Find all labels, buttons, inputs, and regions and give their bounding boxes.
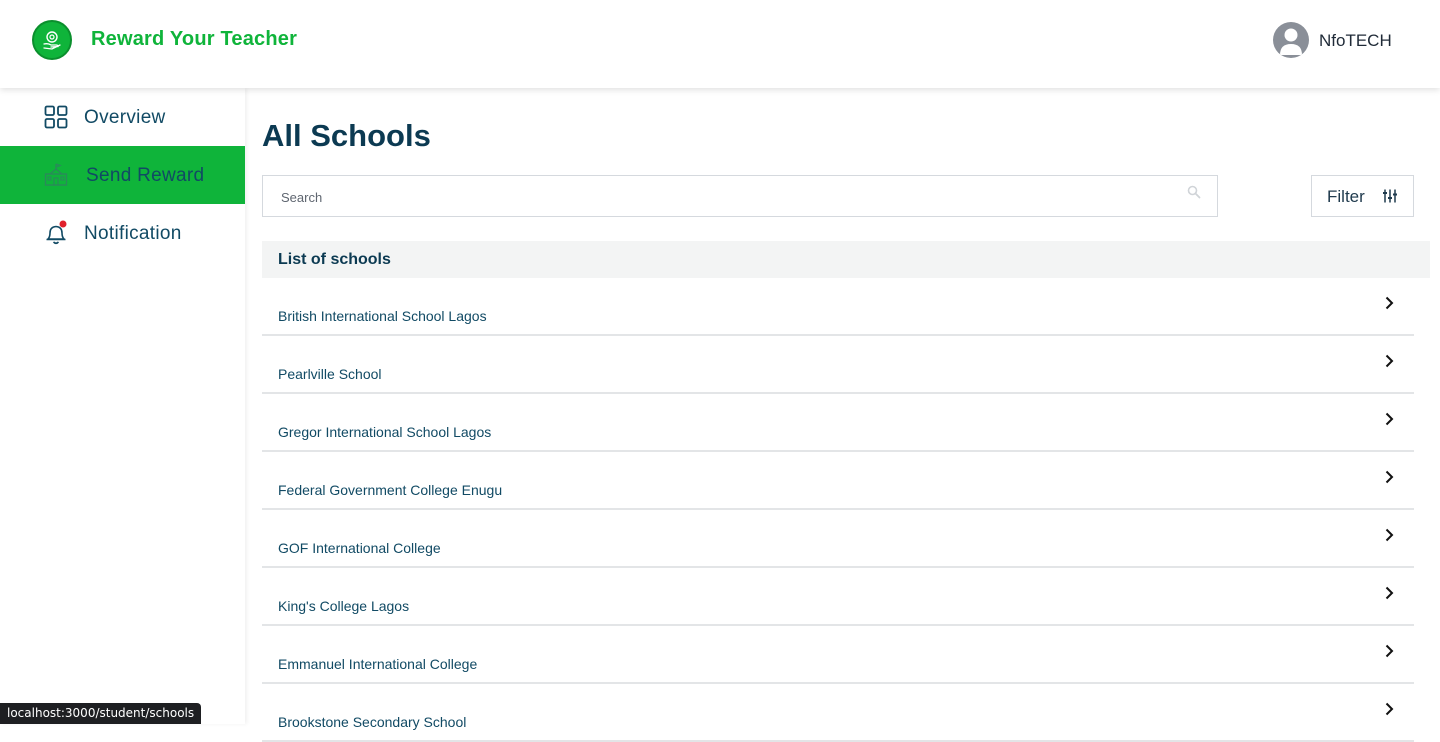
- filter-label: Filter: [1327, 187, 1365, 206]
- chevron-right-icon[interactable]: [1382, 586, 1396, 600]
- school-row[interactable]: King's College Lagos: [262, 568, 1414, 626]
- school-name: Gregor International School Lagos: [278, 424, 492, 440]
- logo-icon[interactable]: [32, 20, 72, 60]
- sidebar-item-send-reward[interactable]: Send Reward: [0, 146, 245, 204]
- sliders-icon: [1382, 188, 1398, 204]
- list-header-label: List of schools: [278, 251, 391, 268]
- school-row[interactable]: Federal Government College Enugu: [262, 452, 1414, 510]
- school-row[interactable]: Pearlville School: [262, 336, 1414, 394]
- brand-name[interactable]: Reward Your Teacher: [91, 28, 297, 51]
- chevron-right-icon[interactable]: [1382, 296, 1396, 310]
- search-input[interactable]: [281, 187, 1161, 207]
- school-name: Pearlville School: [278, 366, 382, 382]
- chevron-right-icon[interactable]: [1382, 644, 1396, 658]
- chevron-right-icon[interactable]: [1382, 470, 1396, 484]
- school-name: Emmanuel International College: [278, 656, 478, 672]
- status-bar-url: localhost:3000/student/schools: [0, 703, 202, 724]
- page-title: All Schools: [262, 118, 431, 153]
- top-header: Reward Your Teacher NfoTECH: [0, 0, 1440, 88]
- avatar[interactable]: [1273, 22, 1309, 58]
- school-row[interactable]: Brookstone Secondary School: [262, 684, 1414, 742]
- search-box[interactable]: [262, 175, 1218, 217]
- username[interactable]: NfoTECH: [1319, 31, 1392, 51]
- school-row[interactable]: Emmanuel International College: [262, 626, 1414, 684]
- school-name: Brookstone Secondary School: [278, 714, 467, 730]
- sidebar-item-notification[interactable]: Notification: [0, 204, 245, 262]
- school-name: Federal Government College Enugu: [278, 482, 503, 498]
- chevron-right-icon[interactable]: [1382, 528, 1396, 542]
- chevron-right-icon[interactable]: [1382, 354, 1396, 368]
- grid-icon: [43, 104, 69, 130]
- main-content: All Schools Filter List of schools Briti…: [245, 88, 1440, 742]
- list-header: List of schools: [262, 241, 1430, 278]
- school-row[interactable]: GOF International College: [262, 510, 1414, 568]
- school-icon: [43, 162, 69, 188]
- sidebar-item-label: Send Reward: [86, 165, 205, 186]
- sidebar-item-label: Notification: [84, 223, 182, 244]
- filter-button[interactable]: Filter: [1311, 175, 1414, 217]
- school-name: British International School Lagos: [278, 308, 487, 324]
- school-row[interactable]: British International School Lagos: [262, 278, 1414, 336]
- school-name: GOF International College: [278, 540, 441, 556]
- chevron-right-icon[interactable]: [1382, 702, 1396, 716]
- sidebar-item-overview[interactable]: Overview: [0, 88, 245, 146]
- notification-dot: [59, 220, 67, 228]
- school-name: King's College Lagos: [278, 598, 410, 614]
- chevron-right-icon[interactable]: [1382, 412, 1396, 426]
- sidebar: Overview Send Reward Notification: [0, 88, 245, 724]
- school-row[interactable]: Gregor International School Lagos: [262, 394, 1414, 452]
- bell-icon: [43, 220, 69, 246]
- sidebar-item-label: Overview: [84, 107, 166, 128]
- search-icon[interactable]: [1187, 185, 1201, 199]
- school-list: British International School Lagos Pearl…: [262, 278, 1414, 742]
